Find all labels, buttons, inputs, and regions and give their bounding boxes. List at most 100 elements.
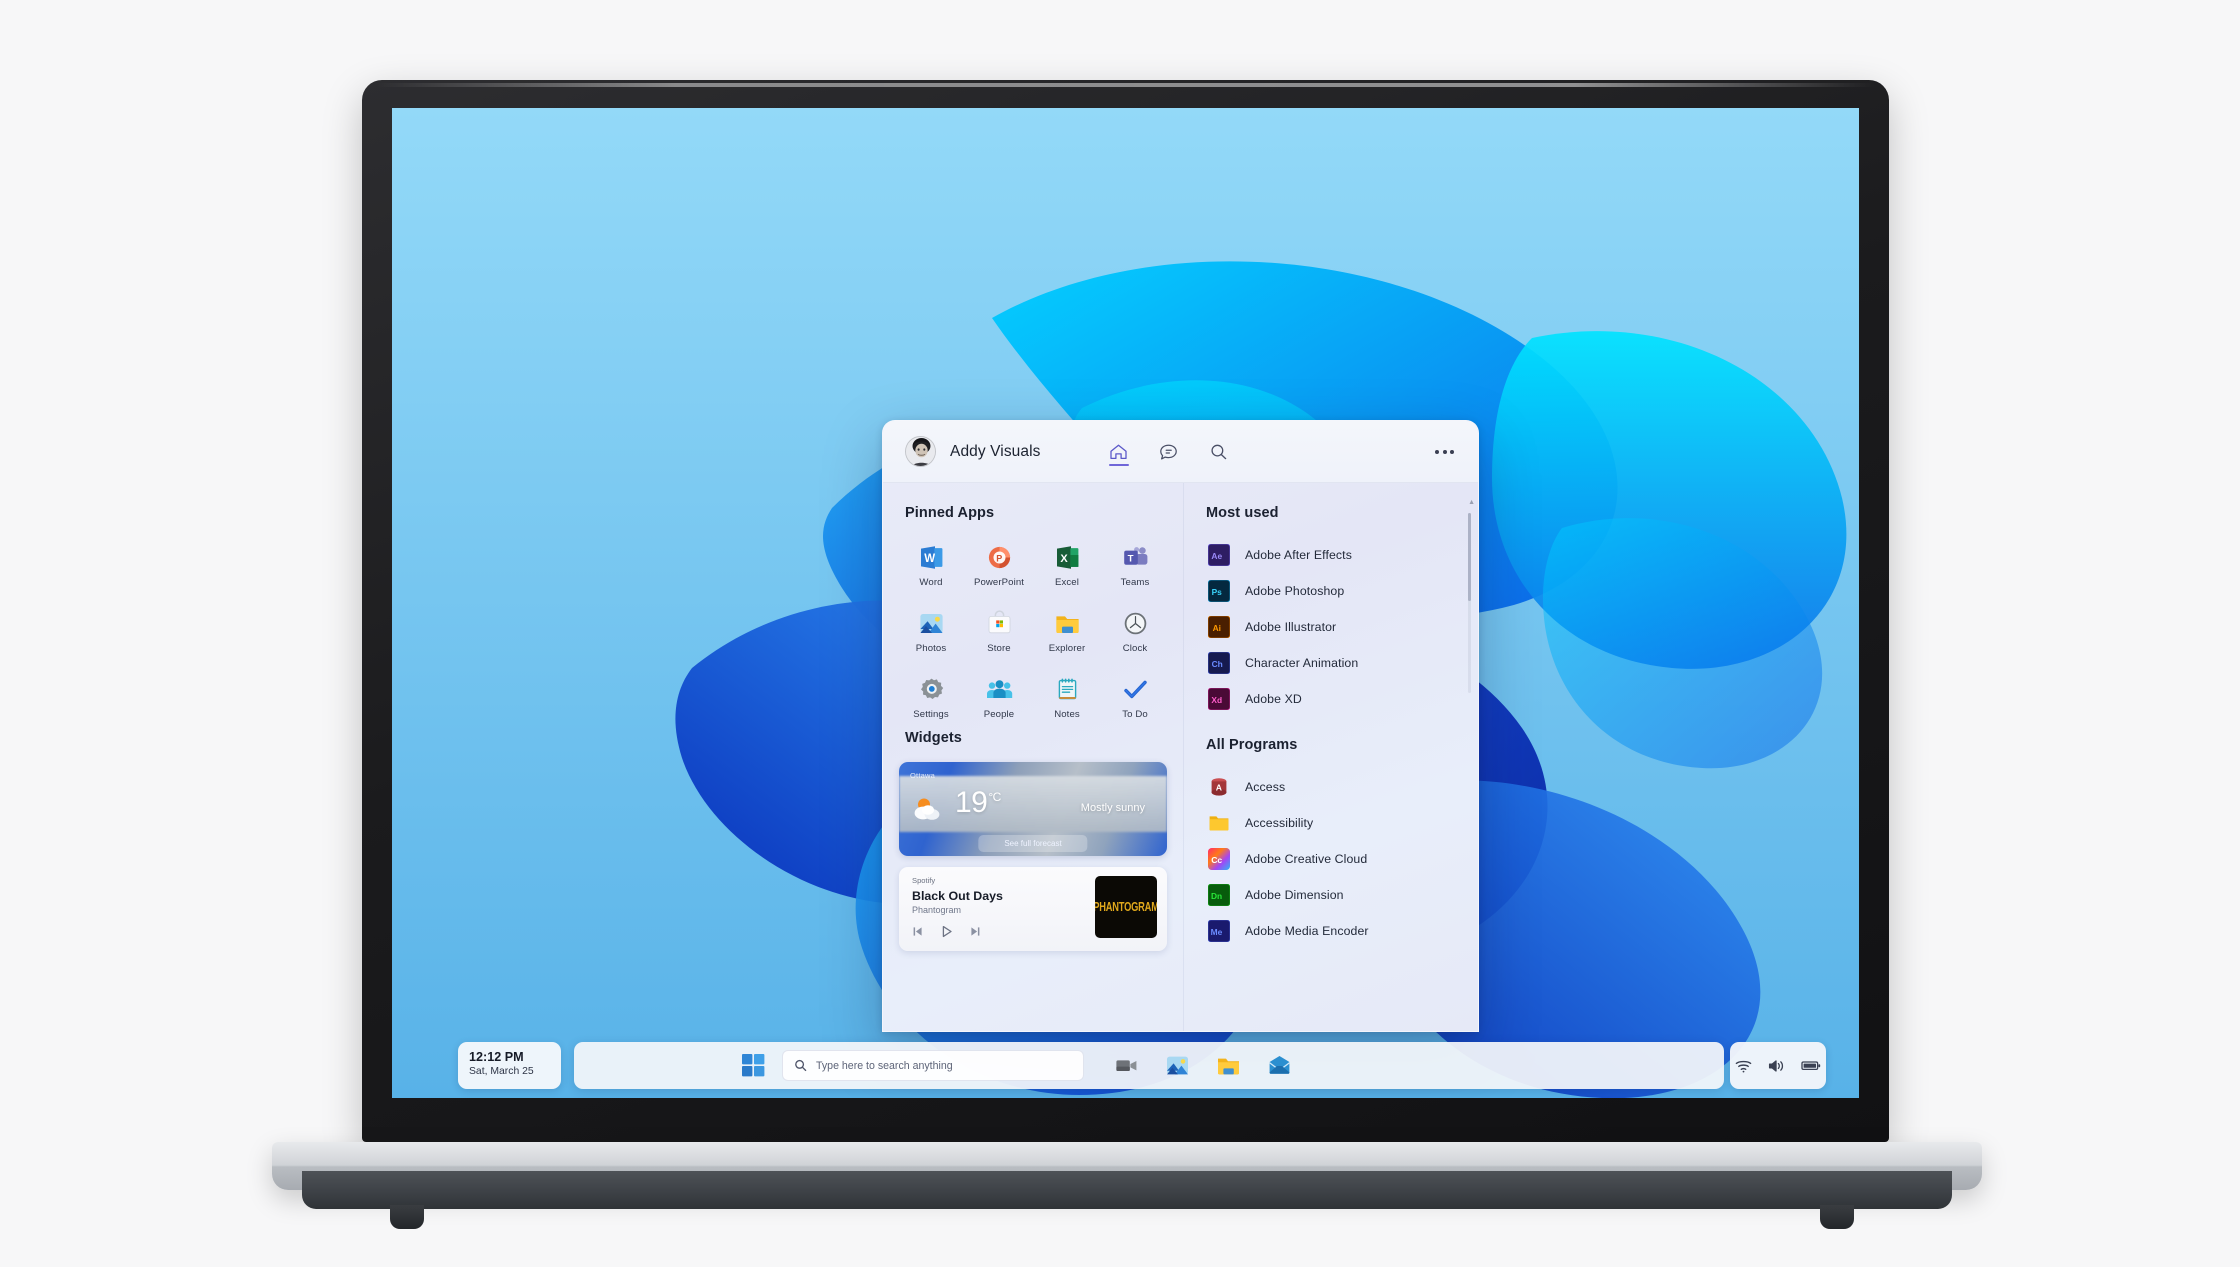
user-name: Addy Visuals (950, 442, 1041, 460)
search-input[interactable]: Type here to search anything (782, 1050, 1084, 1081)
access-icon: A (1211, 778, 1227, 796)
svg-text:Xd: Xd (1211, 695, 1222, 705)
most-used-row-photoshop[interactable]: Ps Adobe Photoshop (1184, 573, 1478, 609)
app-label: Accessibility (1245, 816, 1314, 830)
photos-icon[interactable] (1165, 1053, 1190, 1078)
pinned-app-clock[interactable]: Clock (1101, 603, 1169, 660)
see-full-forecast-button[interactable]: See full forecast (978, 835, 1088, 852)
search-placeholder: Type here to search anything (816, 1059, 953, 1072)
music-brand: Spotify (912, 876, 936, 885)
pinned-app-todo[interactable]: To Do (1101, 669, 1169, 726)
widgets-container: Ottawa 19°C Mostly sunny See full foreca… (883, 762, 1183, 951)
taskbar: 12:12 PM Sat, March 25 Type here to sear… (392, 1036, 1859, 1098)
pinned-app-powerpoint[interactable]: P PowerPoint (965, 537, 1033, 594)
most-used-row-xd[interactable]: Xd Adobe XD (1184, 681, 1478, 717)
start-button[interactable] (740, 1052, 767, 1079)
character-animator-icon: Ch (1208, 652, 1230, 674)
search-icon[interactable] (1207, 439, 1231, 465)
app-label: Adobe XD (1245, 692, 1302, 706)
previous-track-button[interactable] (912, 926, 923, 937)
pinned-app-label: PowerPoint (973, 577, 1025, 588)
most-used-title: Most used (1206, 505, 1279, 521)
mail-icon[interactable] (1267, 1053, 1292, 1078)
pinned-app-word[interactable]: W Word (897, 537, 965, 594)
teams-camera-icon[interactable] (1114, 1053, 1139, 1078)
pinned-app-label: People (983, 709, 1015, 720)
pinned-app-label: Word (919, 577, 943, 588)
battery-icon[interactable] (1801, 1059, 1821, 1072)
album-art: PHANTOGRAM (1095, 876, 1157, 938)
svg-text:Cc: Cc (1211, 855, 1222, 865)
next-track-button[interactable] (970, 926, 981, 937)
play-button[interactable] (939, 924, 954, 939)
taskbar-main-panel: Type here to search anything (574, 1042, 1724, 1089)
photoshop-icon: Ps (1208, 580, 1230, 602)
explorer-icon[interactable] (1216, 1053, 1241, 1078)
media-encoder-icon: Me (1208, 920, 1230, 942)
explorer-icon (1055, 616, 1079, 633)
most-used-row-after-effects[interactable]: Ae Adobe After Effects (1184, 537, 1478, 573)
laptop-foot-right (1820, 1205, 1854, 1229)
all-programs-row-dimension[interactable]: Dn Adobe Dimension (1184, 877, 1478, 913)
pinned-app-label: Notes (1054, 709, 1080, 720)
music-widget[interactable]: Spotify Black Out Days Phantogram PHANTO… (899, 867, 1167, 951)
chat-icon[interactable] (1157, 439, 1181, 465)
all-programs-row-media-encoder[interactable]: Me Adobe Media Encoder (1184, 913, 1478, 949)
track-artist: Phantogram (912, 905, 962, 915)
scroll-up-arrow-icon[interactable]: ▲ (1468, 499, 1475, 506)
svg-text:A: A (1216, 782, 1222, 792)
wifi-icon[interactable] (1735, 1059, 1752, 1073)
app-label: Adobe Photoshop (1245, 584, 1345, 598)
app-label: Adobe Media Encoder (1245, 924, 1369, 938)
pinned-app-label: Teams (1120, 577, 1150, 588)
xd-icon: Xd (1208, 688, 1230, 710)
home-icon[interactable] (1107, 439, 1131, 466)
pinned-app-notes[interactable]: Notes (1033, 669, 1101, 726)
more-dot (1450, 449, 1454, 454)
most-used-row-illustrator[interactable]: Ai Adobe Illustrator (1184, 609, 1478, 645)
weather-condition: Mostly sunny (1080, 802, 1145, 814)
system-tray (1730, 1042, 1826, 1089)
scrollbar-thumb[interactable] (1468, 513, 1471, 601)
word-icon: W (920, 546, 942, 569)
dimension-icon: Dn (1208, 884, 1230, 906)
settings-icon (920, 678, 943, 699)
todo-icon (1123, 680, 1147, 699)
taskbar-clock-widget[interactable]: 12:12 PM Sat, March 25 (458, 1042, 561, 1089)
app-label: Adobe After Effects (1245, 548, 1352, 562)
laptop-screen: Addy Visuals Pinned Apps W Word P PowerP… (392, 108, 1859, 1098)
speaker-icon[interactable] (1768, 1059, 1785, 1073)
pinned-app-store[interactable]: Store (965, 603, 1033, 660)
svg-text:Ai: Ai (1213, 623, 1221, 633)
all-programs-row-access[interactable]: A Access (1184, 769, 1478, 805)
pinned-app-teams[interactable]: T Teams (1101, 537, 1169, 594)
avatar[interactable] (905, 436, 936, 467)
svg-text:Ae: Ae (1211, 551, 1222, 561)
start-menu[interactable]: Addy Visuals Pinned Apps W Word P PowerP… (882, 420, 1479, 1032)
clock-time: 12:12 PM (469, 1050, 524, 1064)
pinned-app-label: Excel (1055, 577, 1079, 588)
all-programs-row-accessibility[interactable]: Accessibility (1184, 805, 1478, 841)
weather-widget[interactable]: Ottawa 19°C Mostly sunny See full foreca… (899, 762, 1167, 856)
after-effects-icon: Ae (1208, 544, 1230, 566)
start-menu-header: Addy Visuals (883, 421, 1478, 483)
bezel-highlight (376, 83, 1875, 87)
pinned-app-explorer[interactable]: Explorer (1033, 603, 1101, 660)
pinned-app-excel[interactable]: X Excel (1033, 537, 1101, 594)
pinned-app-people[interactable]: People (965, 669, 1033, 726)
pinned-app-settings[interactable]: Settings (897, 669, 965, 726)
more-options-button[interactable] (1433, 442, 1456, 462)
pinned-app-label: Settings (913, 709, 949, 720)
album-art-text: PHANTOGRAM (1095, 900, 1157, 914)
most-used-row-character-animator[interactable]: Ch Character Animation (1184, 645, 1478, 681)
start-menu-right-column: Most used ▲ Ae Adobe After Effects Ps Ad… (1183, 483, 1478, 1031)
pinned-app-photos[interactable]: Photos (897, 603, 965, 660)
svg-text:W: W (924, 553, 935, 565)
sun-behind-cloud-icon (914, 798, 940, 820)
laptop-base-lip (302, 1171, 1952, 1209)
pinned-app-label: Explorer (1048, 643, 1086, 654)
track-title: Black Out Days (912, 889, 1003, 903)
more-dot (1442, 449, 1447, 454)
all-programs-row-creative-cloud[interactable]: Cc Adobe Creative Cloud (1184, 841, 1478, 877)
weather-location: Ottawa (910, 771, 935, 780)
